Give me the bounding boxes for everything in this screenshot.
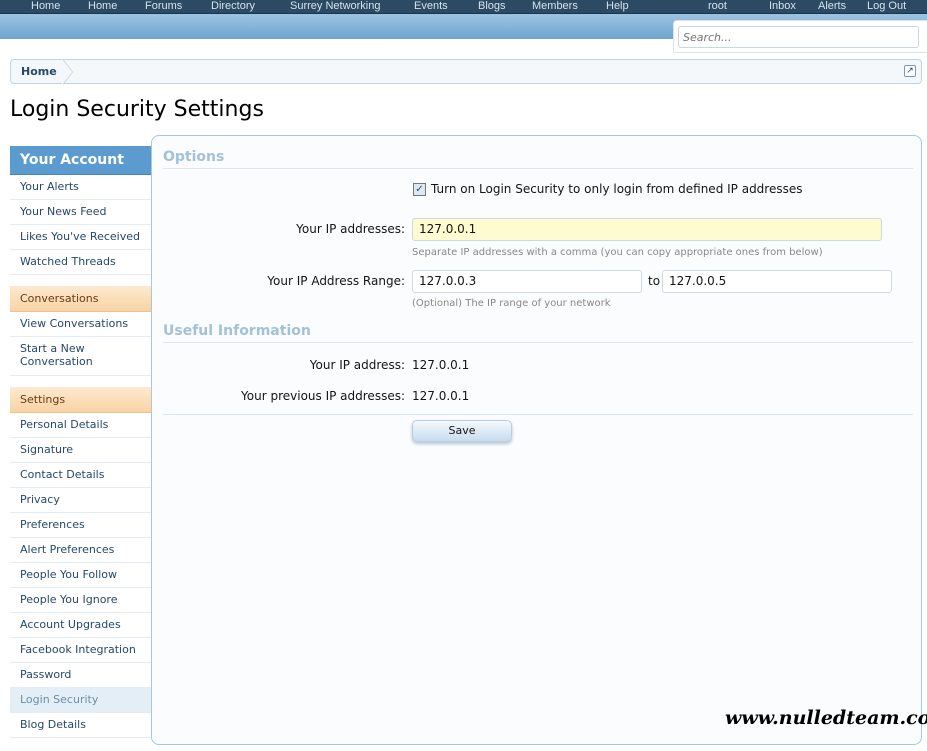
login-security-checkbox[interactable]: ✓ bbox=[413, 183, 426, 196]
nav-logout[interactable]: Log Out bbox=[867, 0, 906, 13]
sidebar-item-people-you-follow[interactable]: People You Follow bbox=[10, 563, 151, 588]
previous-ip-label: Your previous IP addresses: bbox=[241, 389, 405, 403]
nav-surrey-networking[interactable]: Surrey Networking bbox=[290, 0, 380, 13]
nav-alerts[interactable]: Alerts bbox=[818, 0, 846, 13]
nav-home[interactable]: Home bbox=[31, 0, 60, 13]
breadcrumb: Home ↗ bbox=[10, 59, 922, 85]
sidebar-item-view-conversations[interactable]: View Conversations bbox=[10, 312, 151, 337]
nav-directory[interactable]: Directory bbox=[211, 0, 255, 13]
sidebar-item-watched-threads[interactable]: Watched Threads bbox=[10, 250, 151, 275]
sidebar-heading-your-account[interactable]: Your Account bbox=[10, 146, 151, 175]
sidebar-section-settings: Settings bbox=[10, 387, 151, 413]
sidebar-item-personal-details[interactable]: Personal Details bbox=[10, 413, 151, 438]
jump-to-icon[interactable]: ↗ bbox=[904, 65, 916, 77]
sidebar-item-likes[interactable]: Likes You've Received bbox=[10, 225, 151, 250]
ip-range-hint: (Optional) The IP range of your network bbox=[412, 298, 611, 309]
breadcrumb-home[interactable]: Home bbox=[21, 65, 57, 78]
nav-user-menu[interactable]: root bbox=[708, 0, 727, 13]
sidebar-item-privacy[interactable]: Privacy bbox=[10, 488, 151, 513]
top-navigation: Home Home Forums Directory Surrey Networ… bbox=[0, 0, 927, 14]
sidebar-item-news-feed[interactable]: Your News Feed bbox=[10, 200, 151, 225]
nav-inbox[interactable]: Inbox bbox=[769, 0, 796, 13]
watermark: www.nulledteam.com bbox=[725, 707, 927, 729]
login-security-checkbox-label[interactable]: Turn on Login Security to only login fro… bbox=[431, 182, 803, 196]
save-button[interactable]: Save bbox=[412, 420, 512, 442]
sidebar-item-facebook-integration[interactable]: Facebook Integration bbox=[10, 638, 151, 663]
nav-events[interactable]: Events bbox=[414, 0, 448, 13]
sidebar-item-account-upgrades[interactable]: Account Upgrades bbox=[10, 613, 151, 638]
divider bbox=[163, 414, 913, 415]
search-input[interactable] bbox=[678, 26, 919, 48]
ip-addresses-label: Your IP addresses: bbox=[296, 222, 405, 236]
search-container bbox=[673, 20, 927, 53]
sidebar-item-contact-details[interactable]: Contact Details bbox=[10, 463, 151, 488]
sidebar-section-conversations: Conversations bbox=[10, 286, 151, 312]
sidebar-item-login-security[interactable]: Login Security bbox=[10, 688, 151, 713]
nav-home-2[interactable]: Home bbox=[88, 0, 117, 13]
sidebar-item-start-conversation[interactable]: Start a New Conversation bbox=[10, 337, 151, 376]
page-title: Login Security Settings bbox=[10, 97, 264, 122]
nav-help[interactable]: Help bbox=[606, 0, 629, 13]
sidebar-item-signature[interactable]: Signature bbox=[10, 438, 151, 463]
nav-members[interactable]: Members bbox=[532, 0, 578, 13]
sidebar-item-password[interactable]: Password bbox=[10, 663, 151, 688]
sidebar-item-preferences[interactable]: Preferences bbox=[10, 513, 151, 538]
breadcrumb-arrow-fill bbox=[62, 59, 72, 85]
ip-addresses-input[interactable]: 127.0.0.1 bbox=[412, 218, 882, 241]
ip-addresses-hint: Separate IP addresses with a comma (you … bbox=[412, 247, 823, 258]
options-heading: Options bbox=[163, 149, 913, 169]
current-ip-value: 127.0.0.1 bbox=[412, 358, 470, 372]
current-ip-label: Your IP address: bbox=[309, 358, 405, 372]
useful-information-heading: Useful Information bbox=[163, 323, 913, 343]
ip-range-to-label: to bbox=[648, 274, 661, 288]
sidebar-item-alert-preferences[interactable]: Alert Preferences bbox=[10, 538, 151, 563]
settings-form: Options ✓ Turn on Login Security to only… bbox=[151, 135, 922, 745]
sidebar-item-blog-details[interactable]: Blog Details bbox=[10, 713, 151, 738]
nav-forums[interactable]: Forums bbox=[145, 0, 182, 13]
sidebar-item-people-you-ignore[interactable]: People You Ignore bbox=[10, 588, 151, 613]
ip-range-to-input[interactable]: 127.0.0.5 bbox=[662, 270, 892, 293]
nav-blogs[interactable]: Blogs bbox=[478, 0, 506, 13]
sidebar-item-your-alerts[interactable]: Your Alerts bbox=[10, 175, 151, 200]
ip-range-label: Your IP Address Range: bbox=[267, 274, 405, 288]
ip-range-from-input[interactable]: 127.0.0.3 bbox=[412, 270, 642, 293]
sidebar: Your Account Your Alerts Your News Feed … bbox=[10, 146, 151, 738]
previous-ip-value: 127.0.0.1 bbox=[412, 389, 470, 403]
